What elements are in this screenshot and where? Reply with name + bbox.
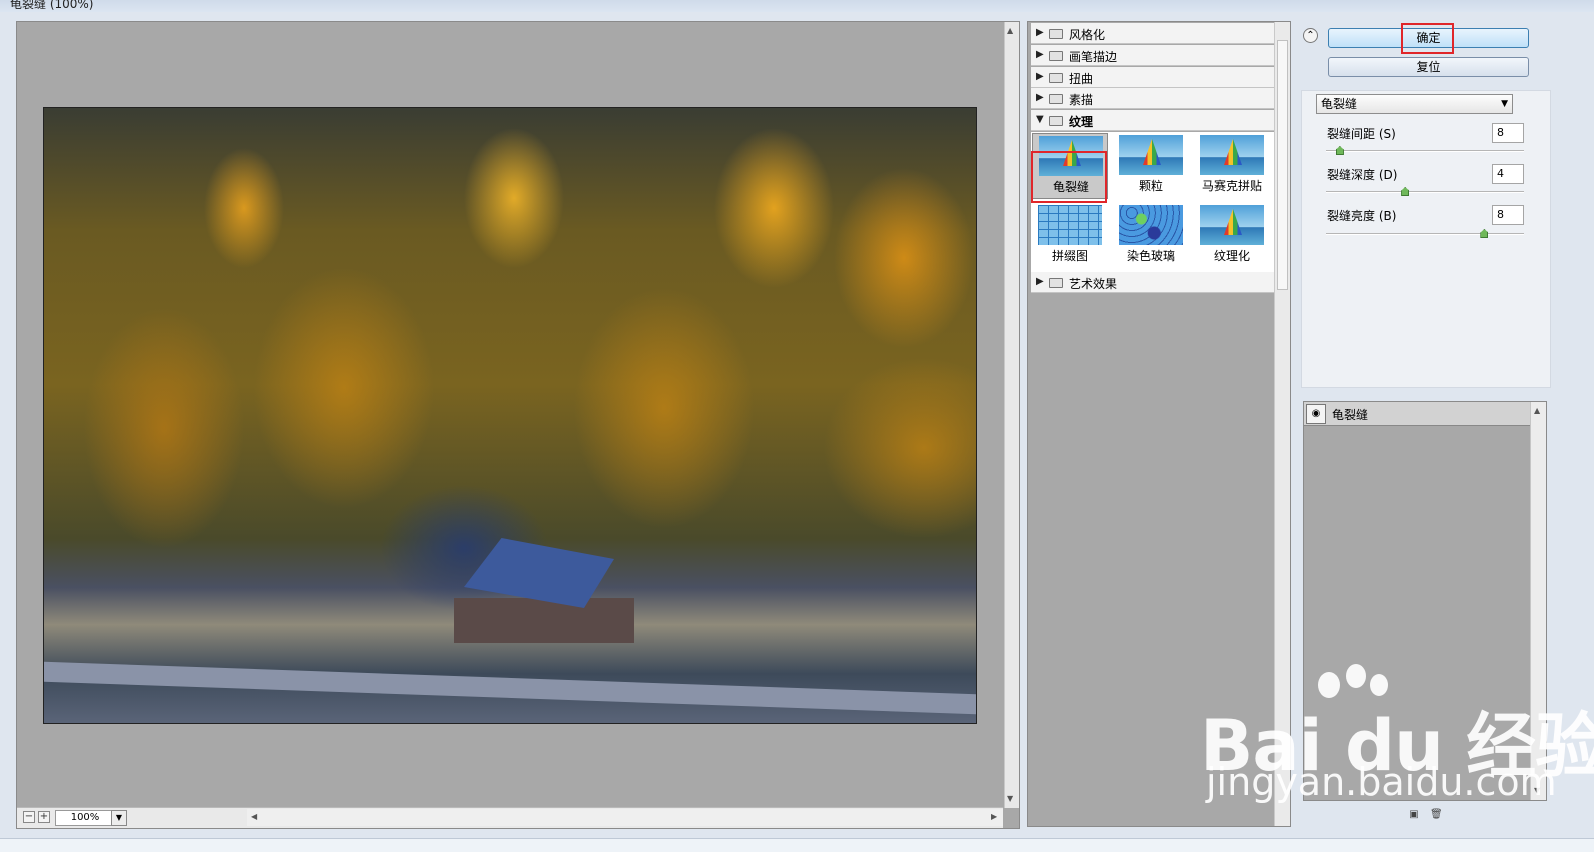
chevron-down-icon: ▼ bbox=[1501, 99, 1508, 109]
status-strip bbox=[0, 838, 1594, 852]
expand-triangle-icon[interactable]: ▶ bbox=[1036, 276, 1044, 287]
zoom-level-field[interactable]: 100% bbox=[55, 810, 115, 826]
crack-depth-slider[interactable] bbox=[1326, 187, 1524, 196]
folder-icon bbox=[1049, 51, 1063, 61]
window-title: 龟裂缝 (100%) bbox=[10, 0, 94, 11]
title-bar: 龟裂缝 (100%) bbox=[0, 0, 1594, 12]
expand-triangle-icon[interactable]: ▶ bbox=[1036, 27, 1044, 38]
crack-spacing-input[interactable]: 8 bbox=[1492, 123, 1524, 143]
folder-icon bbox=[1049, 73, 1063, 83]
category-texture[interactable]: ▼ 纹理 bbox=[1031, 110, 1274, 131]
preview-vertical-scrollbar[interactable]: ▲ ▼ bbox=[1004, 22, 1019, 808]
scroll-up-icon[interactable]: ▲ bbox=[1007, 26, 1013, 35]
folder-icon bbox=[1049, 29, 1063, 39]
expand-triangle-icon[interactable]: ▶ bbox=[1036, 49, 1044, 60]
crack-spacing-label: 裂缝间距 (S) bbox=[1327, 127, 1396, 141]
filter-thumb-mosaic-tiles[interactable]: 马赛克拼贴 bbox=[1194, 133, 1270, 199]
sailboat-grain-thumb-icon bbox=[1119, 135, 1183, 175]
scroll-left-icon[interactable]: ◀ bbox=[251, 812, 257, 821]
preview-bottom-bar: − + 100% ▼ ◀ ▶ bbox=[17, 807, 1003, 828]
category-distort[interactable]: ▶ 扭曲 bbox=[1031, 67, 1274, 88]
house-wall-shape bbox=[454, 598, 634, 643]
folder-open-icon bbox=[1049, 116, 1063, 126]
watermark-url: jingyan.baidu.com bbox=[1206, 760, 1557, 804]
category-stylize[interactable]: ▶ 风格化 bbox=[1031, 23, 1274, 44]
patchwork-thumb-icon bbox=[1038, 205, 1102, 245]
effect-layer-label: 龟裂缝 bbox=[1332, 408, 1369, 422]
filter-thumb-stained-glass[interactable]: 染色玻璃 bbox=[1113, 203, 1189, 269]
stained-glass-thumb-icon bbox=[1119, 205, 1183, 245]
collapse-triangle-icon[interactable]: ▼ bbox=[1036, 114, 1044, 125]
new-effect-layer-icon[interactable]: ▣ bbox=[1408, 809, 1420, 821]
scroll-down-icon[interactable]: ▼ bbox=[1007, 794, 1013, 803]
filter-select-value: 龟裂缝 bbox=[1321, 97, 1358, 111]
crack-brightness-slider[interactable] bbox=[1326, 229, 1524, 238]
preview-horizontal-scrollbar[interactable]: ◀ ▶ bbox=[247, 809, 1003, 826]
effect-layer-row[interactable]: ◉ 龟裂缝 bbox=[1304, 402, 1530, 426]
paw-toe bbox=[1346, 664, 1366, 688]
reset-button[interactable]: 复位 bbox=[1328, 57, 1529, 77]
crack-depth-label: 裂缝深度 (D) bbox=[1327, 168, 1398, 182]
sailboat-mosaic-tiles-thumb-icon bbox=[1200, 135, 1264, 175]
delete-effect-layer-icon[interactable]: 🗑 bbox=[1430, 809, 1443, 821]
preview-image[interactable] bbox=[43, 107, 977, 724]
crack-brightness-label: 裂缝亮度 (B) bbox=[1327, 209, 1397, 223]
scroll-up-icon[interactable]: ▲ bbox=[1534, 406, 1540, 415]
collapse-gallery-button[interactable]: ⌃ bbox=[1303, 28, 1318, 43]
crack-depth-input[interactable]: 4 bbox=[1492, 164, 1524, 184]
highlight-box-selected-filter bbox=[1031, 151, 1107, 203]
crack-brightness-input[interactable]: 8 bbox=[1492, 205, 1524, 225]
gallery-scroll-thumb[interactable] bbox=[1277, 40, 1288, 290]
crack-spacing-slider[interactable] bbox=[1326, 146, 1524, 155]
filter-thumb-texturizer[interactable]: 纹理化 bbox=[1194, 203, 1270, 269]
sailboat-texturizer-thumb-icon bbox=[1200, 205, 1264, 245]
expand-triangle-icon[interactable]: ▶ bbox=[1036, 71, 1044, 82]
filter-select[interactable]: 龟裂缝 ▼ bbox=[1316, 94, 1513, 114]
eye-icon[interactable]: ◉ bbox=[1306, 404, 1326, 424]
folder-icon bbox=[1049, 94, 1063, 104]
zoom-in-button[interactable]: + bbox=[38, 811, 50, 823]
zoom-dropdown-button[interactable]: ▼ bbox=[111, 810, 127, 826]
category-artistic[interactable]: ▶ 艺术效果 bbox=[1031, 272, 1274, 293]
road-shape bbox=[44, 661, 976, 715]
category-sketch[interactable]: ▶ 素描 bbox=[1031, 88, 1274, 109]
filter-thumb-grain[interactable]: 颗粒 bbox=[1113, 133, 1189, 199]
expand-triangle-icon[interactable]: ▶ bbox=[1036, 92, 1044, 103]
filter-thumb-patchwork[interactable]: 拼缀图 bbox=[1032, 203, 1108, 269]
folder-icon bbox=[1049, 278, 1063, 288]
zoom-out-button[interactable]: − bbox=[23, 811, 35, 823]
category-brush-strokes[interactable]: ▶ 画笔描边 bbox=[1031, 45, 1274, 66]
highlight-box-ok bbox=[1401, 23, 1454, 54]
scroll-right-icon[interactable]: ▶ bbox=[991, 812, 997, 821]
